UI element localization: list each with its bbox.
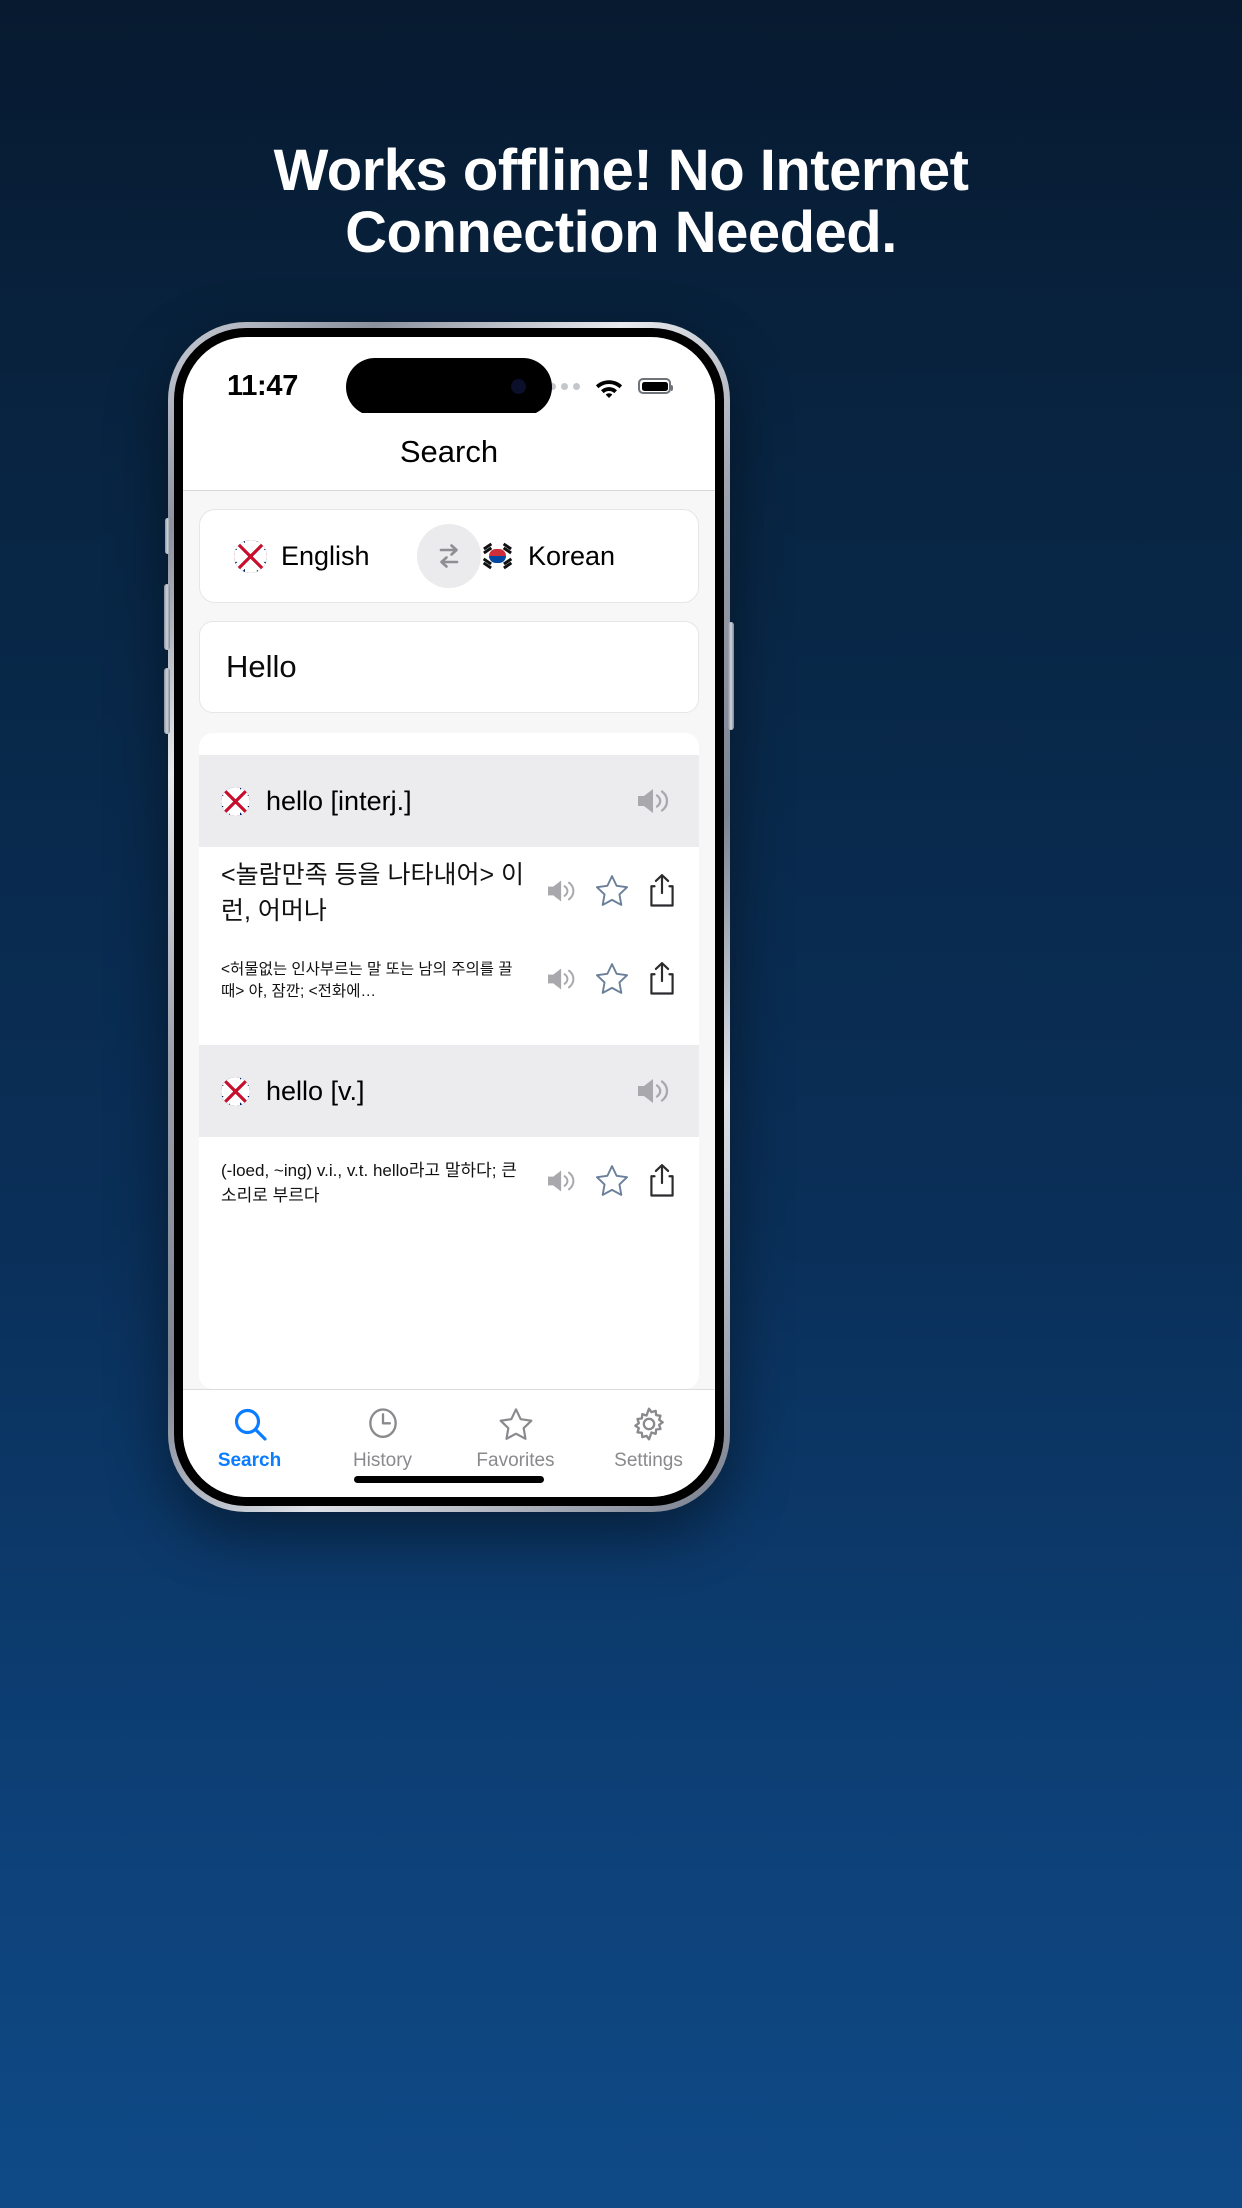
source-language-button[interactable]: English — [200, 539, 451, 573]
tab-label: Settings — [614, 1450, 683, 1471]
volume-down-button[interactable] — [164, 668, 170, 734]
tab-search[interactable]: Search — [183, 1404, 316, 1472]
clock-icon — [368, 1408, 397, 1438]
promo-headline: Works offline! No Internet Connection Ne… — [0, 138, 1242, 266]
definition-row[interactable]: <놀람만족 등을 나타내어> 이런, 어머나 — [199, 847, 699, 935]
wifi-icon — [595, 379, 623, 398]
star-outline-icon — [596, 1165, 628, 1196]
results-top-spacer — [199, 733, 699, 755]
headline-line-2: Connection Needed. — [345, 200, 897, 266]
speak-definition-button[interactable] — [545, 965, 579, 993]
swap-arrows-icon — [439, 544, 459, 568]
search-input-value: Hello — [226, 649, 297, 684]
speak-definition-button[interactable] — [545, 1167, 579, 1195]
speaker-icon — [638, 1079, 669, 1103]
share-button[interactable] — [645, 960, 679, 998]
speaker-icon — [638, 789, 669, 813]
speaker-icon — [548, 1170, 575, 1192]
flag-uk-icon — [221, 1076, 250, 1106]
gear-icon — [633, 1407, 664, 1441]
silence-switch[interactable] — [165, 518, 170, 554]
star-outline-icon — [596, 875, 628, 906]
result-entry-header[interactable]: hello [v.] — [199, 1045, 699, 1137]
result-term: hello [v.] — [266, 1075, 365, 1106]
star-outline-icon — [596, 963, 628, 994]
entry-spacer — [199, 1023, 699, 1045]
share-icon — [650, 962, 674, 995]
share-button[interactable] — [645, 1162, 679, 1200]
home-indicator[interactable] — [354, 1476, 544, 1483]
headline-line-1: Works offline! No Internet — [273, 138, 969, 203]
tab-favorites[interactable]: Favorites — [449, 1404, 582, 1472]
results-list: hello [interj.] <놀람만족 등을 나타내어> 이런, 어머나 <… — [199, 733, 699, 1389]
favorite-button[interactable] — [593, 960, 631, 998]
result-entry-header[interactable]: hello [interj.] — [199, 755, 699, 847]
definition-row[interactable]: (-loed, ~ing) v.i., v.t. hello라고 말하다; 큰 … — [199, 1137, 699, 1225]
flag-korea-icon — [481, 539, 514, 573]
status-clock: 11:47 — [227, 369, 299, 402]
speak-definition-button[interactable] — [545, 877, 579, 905]
definition-text: <허물없는 인사부르는 말 또는 남의 주의를 끌 때> 야, 잠깐; <전화에… — [221, 961, 513, 1000]
share-button[interactable] — [645, 872, 679, 910]
swap-languages-button[interactable] — [417, 524, 481, 588]
definition-row[interactable]: <허물없는 인사부르는 말 또는 남의 주의를 끌 때> 야, 잠깐; <전화에… — [199, 935, 699, 1023]
main-content: English Korean Hello hello [interj.] <놀람… — [183, 491, 715, 1389]
tab-label: History — [352, 1450, 413, 1471]
tab-history[interactable]: History — [316, 1404, 449, 1472]
target-language-label: Korean — [528, 540, 616, 571]
favorite-button[interactable] — [593, 872, 631, 910]
source-language-label: English — [281, 540, 370, 571]
power-button[interactable] — [728, 622, 734, 730]
speak-term-button[interactable] — [635, 785, 673, 817]
speaker-icon — [548, 968, 575, 990]
page-title: Search — [399, 433, 499, 469]
result-term: hello [interj.] — [266, 785, 412, 816]
navigation-bar: Search — [183, 413, 715, 491]
speak-term-button[interactable] — [635, 1075, 673, 1107]
phone-screen: 11:47 Search English Korean Hello hello … — [183, 337, 715, 1497]
status-icons — [537, 375, 673, 398]
magnifier-icon — [234, 1408, 267, 1441]
share-icon — [650, 1164, 674, 1197]
star-outline-icon — [499, 1408, 532, 1440]
tab-label: Favorites — [476, 1450, 555, 1471]
volume-up-button[interactable] — [164, 584, 170, 650]
phone-device-frame: 11:47 Search English Korean Hello hello … — [164, 322, 734, 1512]
target-language-button[interactable]: Korean — [451, 539, 698, 573]
battery-icon — [638, 378, 673, 394]
tab-label: Search — [217, 1450, 282, 1471]
speaker-icon — [548, 880, 575, 902]
dynamic-island — [346, 358, 552, 416]
definition-text: <놀람만족 등을 나타내어> 이런, 어머나 — [221, 861, 525, 925]
phone-bezel: 11:47 Search English Korean Hello hello … — [174, 328, 724, 1506]
flag-uk-icon — [221, 786, 250, 816]
language-selector: English Korean — [199, 509, 699, 603]
share-icon — [650, 874, 674, 907]
search-input[interactable]: Hello — [199, 621, 699, 713]
tab-settings[interactable]: Settings — [582, 1404, 715, 1472]
favorite-button[interactable] — [593, 1162, 631, 1200]
definition-text: (-loed, ~ing) v.i., v.t. hello라고 말하다; 큰 … — [221, 1161, 517, 1205]
flag-uk-icon — [234, 539, 267, 573]
